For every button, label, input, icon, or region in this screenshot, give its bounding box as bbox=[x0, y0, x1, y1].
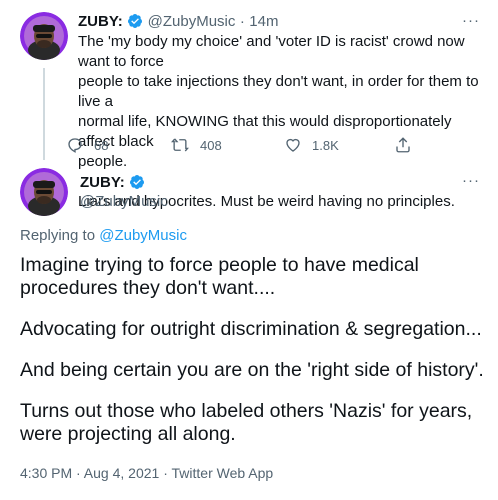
more-icon[interactable]: ··· bbox=[462, 12, 480, 29]
tweet-timestamp[interactable]: 4:30 PM · Aug 4, 2021 · Twitter Web App bbox=[20, 465, 273, 481]
replying-to-label: Replying to bbox=[20, 227, 96, 244]
share-icon bbox=[396, 137, 410, 153]
tweet-text-line: normal life, KNOWING that this would dis… bbox=[78, 113, 452, 150]
replying-to: Replying to @ZubyMusic bbox=[20, 227, 187, 244]
tweet-header: ZUBY: bbox=[80, 174, 145, 192]
replying-to-link[interactable]: @ZubyMusic bbox=[99, 227, 187, 244]
timestamp[interactable]: 14m bbox=[249, 13, 278, 30]
tweet-text-line: people to take injections they don't wan… bbox=[78, 73, 479, 110]
tweet-paragraph: Imagine trying to force people to have m… bbox=[20, 254, 419, 299]
tweet-text-line: people. bbox=[78, 153, 128, 170]
like-count: 1.8K bbox=[312, 137, 339, 153]
like-button[interactable]: 1.8K bbox=[284, 136, 339, 154]
tweet-header: ZUBY: @ZubyMusic · 14m bbox=[78, 13, 278, 31]
reply-button[interactable]: 68 bbox=[66, 136, 108, 154]
tweet-paragraph: Advocating for outright discrimination &… bbox=[20, 318, 482, 340]
avatar[interactable] bbox=[20, 168, 68, 216]
tweet-text: Imagine trying to force people to have m… bbox=[20, 254, 488, 464]
retweet-icon bbox=[171, 138, 189, 152]
retweet-button[interactable]: 408 bbox=[170, 136, 222, 154]
handle[interactable]: @ZubyMusic bbox=[148, 13, 236, 30]
heart-icon bbox=[286, 138, 300, 152]
retweet-count: 408 bbox=[200, 137, 222, 153]
avatar[interactable] bbox=[20, 12, 68, 60]
display-name[interactable]: ZUBY: bbox=[80, 174, 125, 191]
more-icon[interactable]: ··· bbox=[462, 172, 480, 189]
tweet-text-line: The 'my body my choice' and 'voter ID is… bbox=[78, 33, 465, 70]
separator: · bbox=[239, 13, 245, 30]
reply-icon bbox=[68, 138, 82, 153]
share-button[interactable] bbox=[394, 136, 422, 154]
reply-count: 68 bbox=[94, 137, 109, 153]
thread-line bbox=[43, 68, 45, 160]
verified-badge-icon bbox=[130, 175, 145, 189]
tweet-paragraph: Turns out those who labeled others 'Nazi… bbox=[20, 400, 473, 445]
handle[interactable]: @ZubyMusic bbox=[80, 193, 168, 210]
display-name[interactable]: ZUBY: bbox=[78, 13, 123, 30]
tweet-paragraph: And being certain you are on the 'right … bbox=[20, 359, 484, 381]
verified-badge-icon bbox=[128, 14, 143, 28]
